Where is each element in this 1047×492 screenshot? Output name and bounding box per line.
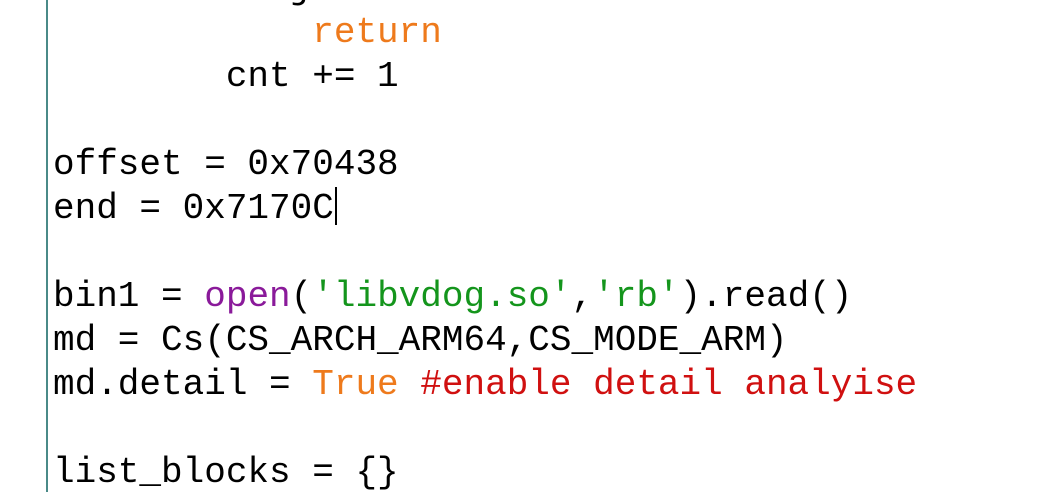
code-line[interactable]: [53, 231, 917, 275]
code-token-default: offset = 0x70438: [53, 144, 399, 185]
code-line[interactable]: if j == 3:: [53, 0, 917, 11]
code-token-default: [53, 12, 312, 53]
code-token-default: j: [269, 0, 334, 9]
code-token-comment: #enable detail analyise: [420, 364, 918, 405]
code-line[interactable]: [53, 99, 917, 143]
code-line[interactable]: cnt += 1: [53, 55, 917, 99]
code-token-default: list_blocks = {}: [53, 452, 399, 492]
code-token-default: [53, 0, 226, 9]
code-token-string: 'libvdog.so': [312, 276, 572, 317]
code-token-default: end = 0x7170C: [53, 188, 334, 229]
code-token-builtin: open: [204, 276, 291, 317]
code-line[interactable]: offset = 0x70438: [53, 143, 917, 187]
code-area[interactable]: if j == 3: return cnt += 1 offset = 0x70…: [53, 0, 917, 492]
text-cursor: [334, 187, 337, 225]
code-line[interactable]: md.detail = True #enable detail analyise: [53, 363, 917, 407]
code-token-default: ==: [334, 0, 377, 9]
code-token-default: md.detail =: [53, 364, 313, 405]
editor-gutter-border: [46, 0, 48, 492]
code-token-default: bin1 =: [53, 276, 205, 317]
code-token-default: ).read(): [679, 276, 853, 317]
code-token-keyword: return: [312, 12, 442, 53]
code-line[interactable]: md = Cs(CS_ARCH_ARM64,CS_MODE_ARM): [53, 319, 917, 363]
code-line[interactable]: list_blocks = {}: [53, 451, 917, 492]
code-token-default: (: [290, 276, 313, 317]
code-line[interactable]: bin1 = open('libvdog.so','rb').read(): [53, 275, 917, 319]
code-token-default: 3:: [377, 0, 442, 9]
code-token-keyword: if: [226, 0, 269, 9]
code-editor[interactable]: if j == 3: return cnt += 1 offset = 0x70…: [0, 0, 1047, 492]
code-token-default: md = Cs(CS_ARCH_ARM64,CS_MODE_ARM): [53, 320, 788, 361]
code-line[interactable]: end = 0x7170C: [53, 187, 917, 231]
code-token-default: ,: [571, 276, 594, 317]
code-token-default: cnt += 1: [53, 56, 399, 97]
code-token-string: 'rb': [593, 276, 680, 317]
code-token-keyword: True: [312, 364, 399, 405]
code-line[interactable]: return: [53, 11, 917, 55]
code-token-default: [399, 364, 421, 405]
code-line[interactable]: [53, 407, 917, 451]
